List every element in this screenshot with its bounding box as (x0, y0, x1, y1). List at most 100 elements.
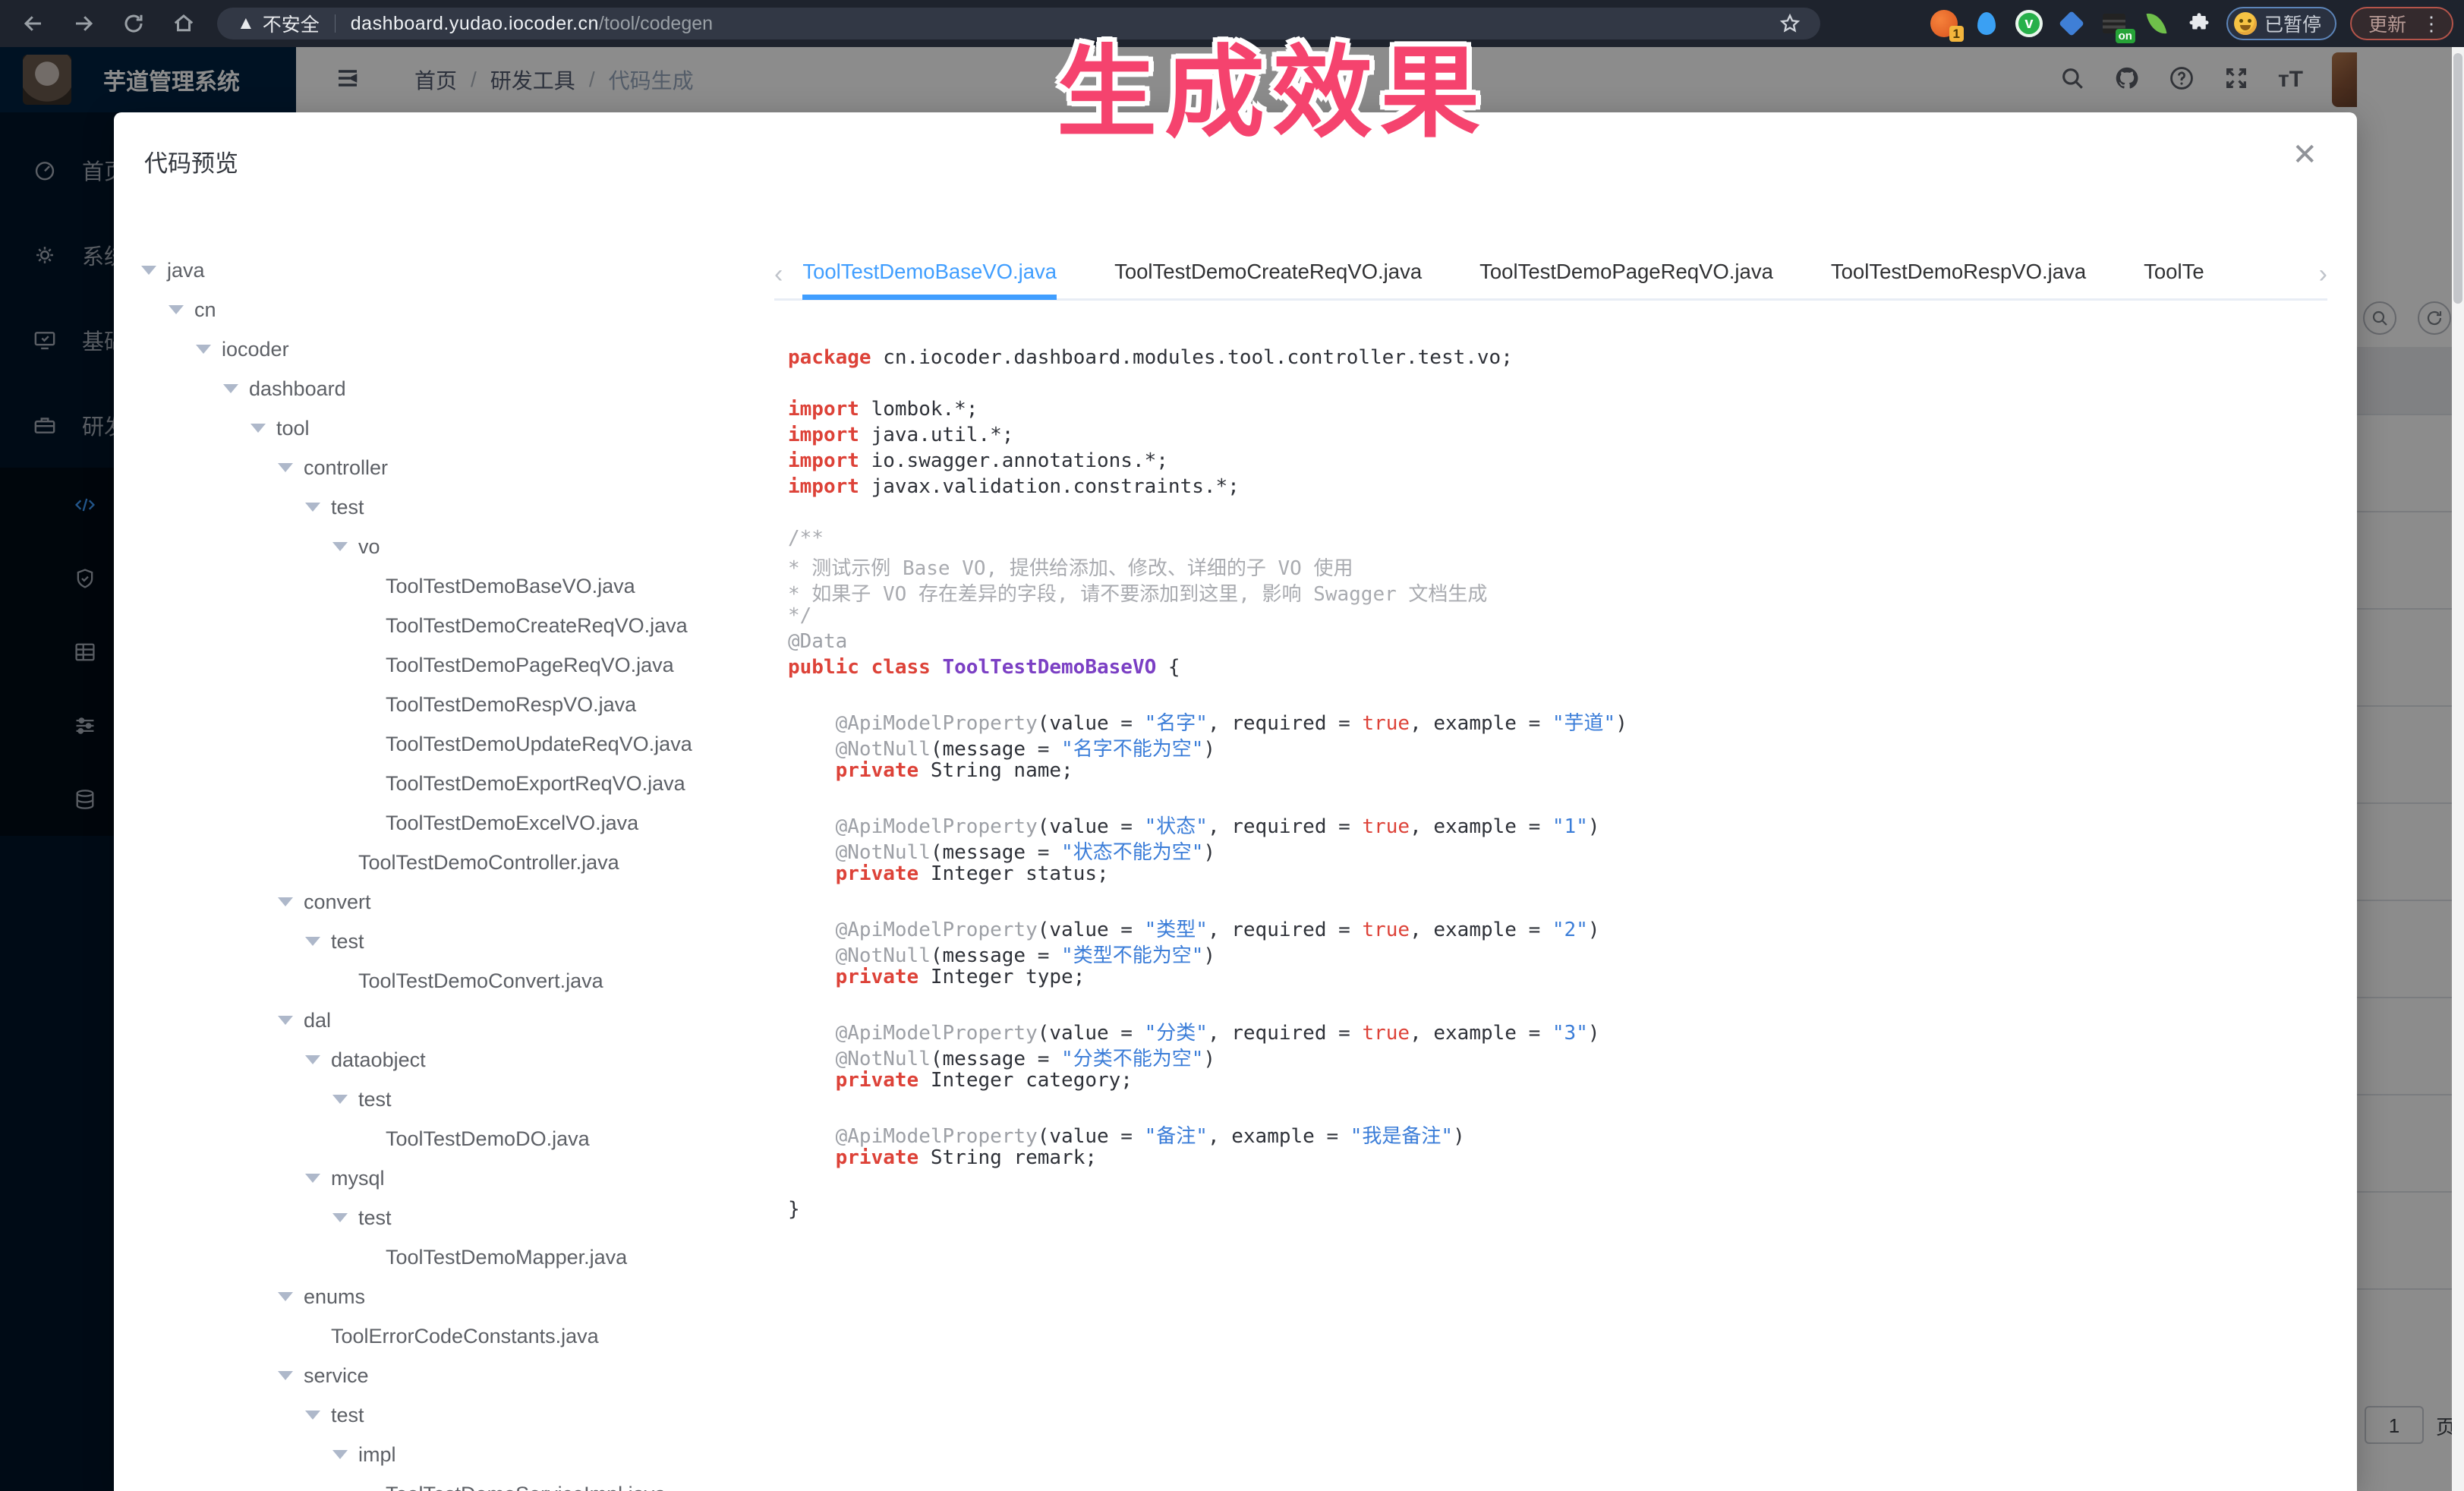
update-button[interactable]: 更新 ⋮ (2350, 7, 2453, 40)
reload-icon[interactable] (117, 7, 150, 40)
tree-file-label: ToolTestDemoServiceImpl.java (386, 1483, 666, 1491)
tree-node[interactable]: dashboard (141, 369, 741, 408)
tree-node[interactable]: ToolTestDemoServiceImpl.java (141, 1474, 741, 1491)
tree-node[interactable]: dataobject (141, 1040, 741, 1080)
tree-node[interactable]: service (141, 1356, 741, 1395)
tree-node[interactable]: cn (141, 290, 741, 329)
page-scrollbar[interactable] (2452, 47, 2464, 1491)
orange-extension-icon[interactable]: 1 (1929, 8, 1959, 39)
scrollbar-thumb[interactable] (2453, 53, 2462, 304)
tree-node[interactable]: iocoder (141, 329, 741, 369)
tree-caret-icon[interactable] (223, 384, 238, 393)
tree-caret-icon[interactable] (305, 937, 320, 946)
address-bar[interactable]: ▲ 不安全 dashboard.yudao.iocoder.cn /tool/c… (217, 8, 1820, 39)
tree-file-label: ToolTestDemoRespVO.java (386, 693, 636, 717)
blue-diamond-extension-icon[interactable] (2056, 8, 2087, 39)
code-line (788, 1095, 2329, 1121)
tree-node[interactable]: convert (141, 882, 741, 922)
security-label: 不安全 (263, 10, 320, 37)
blue-drop-extension-icon[interactable] (1971, 8, 2002, 39)
tree-folder-label: dal (304, 1009, 331, 1032)
tree-caret-icon[interactable] (332, 1095, 348, 1104)
tree-node[interactable]: java (141, 251, 741, 290)
tree-caret-icon[interactable] (169, 305, 184, 314)
tree-caret-icon[interactable] (305, 1174, 320, 1183)
tree-caret-icon[interactable] (332, 1213, 348, 1222)
puzzle-extensions-icon[interactable] (2184, 8, 2214, 39)
green-leaf-extension-icon[interactable] (2141, 8, 2172, 39)
code-line: public class ToolTestDemoBaseVO { (788, 656, 2329, 682)
tree-node[interactable]: ToolTestDemoDO.java (141, 1119, 741, 1158)
extensions-row: 1 v on 已暂停 更新 ⋮ (1929, 0, 2464, 47)
chevron-right-icon[interactable]: › (2319, 260, 2327, 289)
tree-file-label: ToolTestDemoExcelVO.java (386, 812, 638, 835)
green-circle-extension-icon[interactable]: v (2014, 8, 2044, 39)
tree-caret-icon[interactable] (250, 424, 266, 433)
code-line (788, 888, 2329, 914)
file-tab[interactable]: ToolTestDemoPageReqVO.java (1479, 250, 1773, 300)
tree-folder-label: java (167, 259, 205, 282)
tree-node[interactable]: vo (141, 527, 741, 566)
code-viewer[interactable]: package cn.iocoder.dashboard.modules.too… (788, 346, 2329, 1462)
tree-node[interactable]: ToolTestDemoConvert.java (141, 961, 741, 1001)
tree-node[interactable]: ToolTestDemoExportReqVO.java (141, 764, 741, 803)
tree-node[interactable]: controller (141, 448, 741, 487)
tree-node[interactable]: ToolTestDemoUpdateReqVO.java (141, 724, 741, 764)
tree-caret-icon[interactable] (305, 1055, 320, 1064)
chevron-left-icon[interactable]: ‹ (774, 260, 783, 289)
tree-node[interactable]: ToolTestDemoRespVO.java (141, 685, 741, 724)
tree-node[interactable]: ToolErrorCodeConstants.java (141, 1316, 741, 1356)
tree-node[interactable]: ToolTestDemoMapper.java (141, 1237, 741, 1277)
tree-node[interactable]: ToolTestDemoCreateReqVO.java (141, 606, 741, 645)
code-line (788, 1172, 2329, 1198)
tree-folder-label: service (304, 1364, 369, 1388)
file-tab[interactable]: ToolTestDemoRespVO.java (1831, 250, 2086, 300)
code-line: @NotNull(message = "状态不能为空") (788, 837, 2329, 862)
tree-file-label: ToolErrorCodeConstants.java (331, 1325, 599, 1348)
warning-icon[interactable]: ▲ (237, 13, 255, 34)
star-icon[interactable] (1779, 13, 1801, 34)
kebab-menu-icon[interactable]: ⋮ (2421, 18, 2441, 29)
tree-caret-icon[interactable] (332, 542, 348, 551)
tree-node[interactable]: enums (141, 1277, 741, 1316)
tree-caret-icon[interactable] (278, 897, 293, 906)
tree-node[interactable]: ToolTestDemoExcelVO.java (141, 803, 741, 843)
file-tab[interactable]: ToolTe (2144, 250, 2204, 300)
back-icon[interactable] (17, 7, 50, 40)
tree-caret-icon[interactable] (278, 1016, 293, 1025)
on-badge: on (2116, 29, 2135, 43)
tree-node[interactable]: ToolTestDemoPageReqVO.java (141, 645, 741, 685)
tree-node[interactable]: tool (141, 408, 741, 448)
tree-file-label: ToolTestDemoMapper.java (386, 1246, 627, 1269)
tree-caret-icon[interactable] (278, 1292, 293, 1301)
tree-node[interactable]: test (141, 1395, 741, 1435)
home-icon[interactable] (167, 7, 200, 40)
modal-title: 代码预览 (144, 144, 238, 178)
tree-caret-icon[interactable] (305, 503, 320, 512)
tree-folder-label: tool (276, 417, 310, 440)
close-icon[interactable]: ✕ (2292, 140, 2317, 170)
tree-caret-icon[interactable] (278, 463, 293, 472)
tree-node[interactable]: test (141, 1080, 741, 1119)
tree-node[interactable]: ToolTestDemoBaseVO.java (141, 566, 741, 606)
tree-caret-icon[interactable] (141, 266, 156, 275)
tree-caret-icon[interactable] (196, 345, 211, 354)
tree-node[interactable]: test (141, 922, 741, 961)
profile-paused-chip[interactable]: 已暂停 (2226, 7, 2336, 40)
tree-node[interactable]: impl (141, 1435, 741, 1474)
forward-icon[interactable] (67, 7, 100, 40)
tree-node[interactable]: test (141, 1198, 741, 1237)
code-line (788, 682, 2329, 708)
tree-node[interactable]: test (141, 487, 741, 527)
file-tab[interactable]: ToolTestDemoBaseVO.java (802, 250, 1057, 300)
tree-caret-icon[interactable] (332, 1450, 348, 1459)
tree-caret-icon[interactable] (278, 1371, 293, 1380)
tree-caret-icon[interactable] (305, 1411, 320, 1420)
annotation-text: 生成效果 (1057, 12, 1488, 157)
tree-node[interactable]: dal (141, 1001, 741, 1040)
tree-node[interactable]: mysql (141, 1158, 741, 1198)
code-line: import java.util.*; (788, 424, 2329, 449)
file-tab[interactable]: ToolTestDemoCreateReqVO.java (1114, 250, 1422, 300)
tree-node[interactable]: ToolTestDemoController.java (141, 843, 741, 882)
dark-list-extension-icon[interactable]: on (2099, 8, 2129, 39)
